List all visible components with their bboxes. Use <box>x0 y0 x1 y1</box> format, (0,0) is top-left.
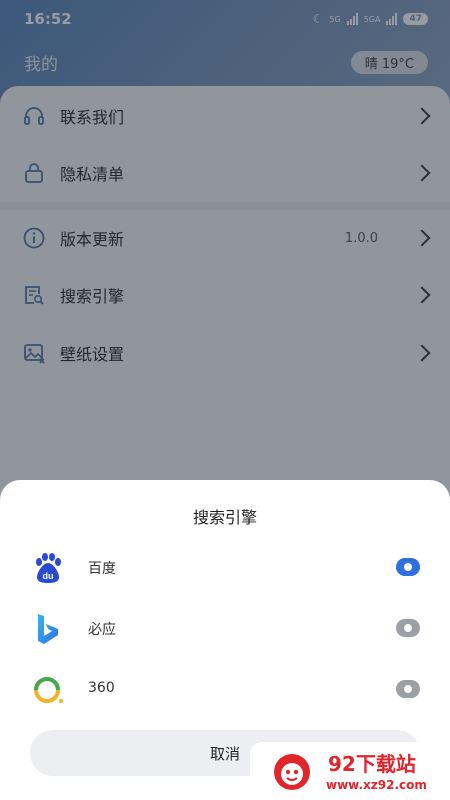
bing-logo <box>38 614 58 644</box>
svg-text:du: du <box>43 571 54 581</box>
360-logo <box>34 677 63 703</box>
sheet-title: 搜索引擎 <box>192 508 257 527</box>
baidu-logo: du <box>36 553 61 583</box>
radio-unselected[interactable] <box>396 619 420 637</box>
engine-label: 百度 <box>88 561 116 577</box>
watermark-name: 92下载站 <box>328 752 416 776</box>
engine-option-bing[interactable]: 必应 <box>0 601 450 657</box>
engine-label: 必应 <box>88 622 116 638</box>
radio-unselected[interactable] <box>396 680 420 698</box>
watermark-url: www.xz92.com <box>326 778 427 792</box>
radio-selected[interactable] <box>396 558 420 576</box>
engine-label: 360 <box>88 680 115 696</box>
engine-option-baidu[interactable]: du 百度 <box>0 540 450 596</box>
monkey-logo-icon <box>274 754 310 790</box>
site-watermark: 92下载站 www.xz92.com <box>250 742 450 800</box>
engine-option-360[interactable]: 360 <box>0 662 450 718</box>
